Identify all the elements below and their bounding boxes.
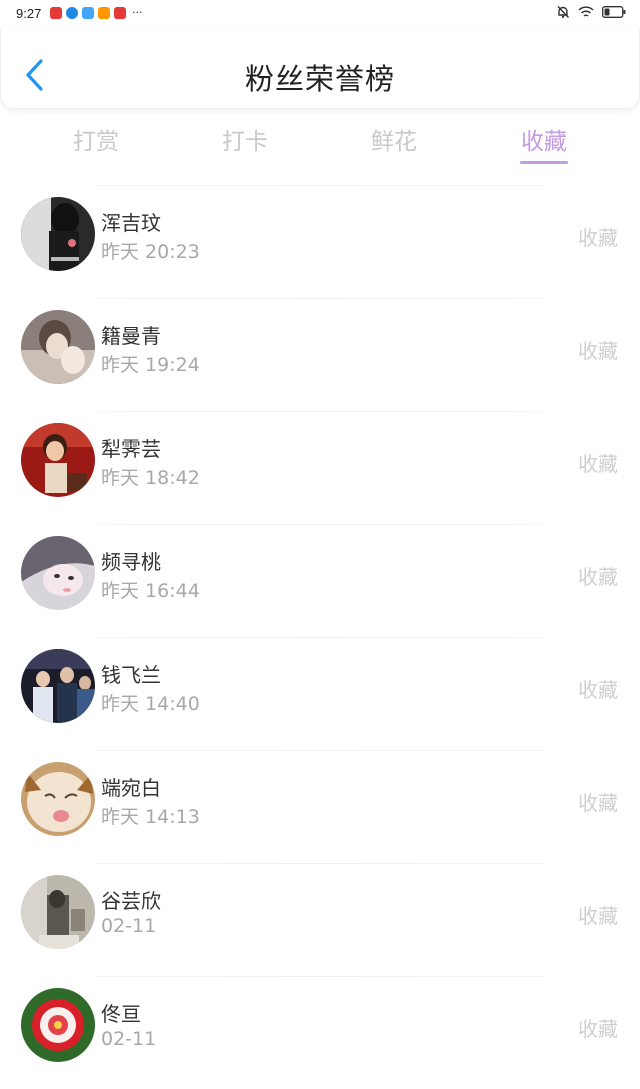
favorite-label: 收藏	[578, 791, 618, 815]
fan-name: 频寻桃	[101, 550, 161, 574]
app-notification-icon	[82, 7, 94, 19]
favorite-label: 收藏	[578, 1017, 618, 1041]
tab-favorites[interactable]: 收藏	[504, 122, 584, 156]
list-item[interactable]: 佟亘 02-11 收藏	[0, 976, 640, 1089]
more-notifications-indicator: ···	[132, 6, 143, 19]
fan-time: 昨天 16:44	[101, 580, 200, 602]
fan-time: 昨天 14:40	[101, 693, 200, 715]
notification-icons: ···	[50, 7, 143, 19]
status-bar: 9:27 ···	[0, 0, 640, 28]
tab-flowers[interactable]: 鲜花	[354, 122, 434, 156]
fan-time: 昨天 19:24	[101, 354, 200, 376]
avatar[interactable]	[21, 536, 95, 610]
favorite-label: 收藏	[578, 226, 618, 250]
fan-name: 谷芸欣	[101, 889, 161, 913]
fan-time: 昨天 14:13	[101, 806, 200, 828]
fan-name: 浑吉玟	[101, 211, 161, 235]
divider	[95, 185, 545, 186]
divider	[95, 524, 545, 525]
list-item[interactable]: 籍曼青 昨天 19:24 收藏	[0, 298, 640, 411]
app-header: 粉丝荣誉榜	[0, 28, 640, 109]
fan-time: 昨天 18:42	[101, 467, 200, 489]
app-notification-icon	[98, 7, 110, 19]
fan-time: 02-11	[101, 1028, 157, 1050]
system-icons	[556, 5, 626, 19]
favorite-label: 收藏	[578, 452, 618, 476]
divider	[95, 863, 545, 864]
favorite-label: 收藏	[578, 904, 618, 928]
fan-time: 昨天 20:23	[101, 241, 200, 263]
page-title: 粉丝荣誉榜	[244, 62, 395, 96]
list-item[interactable]: 频寻桃 昨天 16:44 收藏	[0, 524, 640, 637]
divider	[95, 298, 545, 299]
app-notification-icon	[50, 7, 62, 19]
divider	[95, 411, 545, 412]
wifi-icon	[578, 6, 594, 17]
status-time: 9:27	[16, 6, 42, 21]
avatar[interactable]	[21, 197, 95, 271]
list-item[interactable]: 谷芸欣 02-11 收藏	[0, 863, 640, 976]
favorite-label: 收藏	[578, 339, 618, 363]
divider	[95, 637, 545, 638]
fan-time: 02-11	[101, 915, 157, 937]
fan-name: 佟亘	[101, 1002, 141, 1026]
fan-list: 浑吉玟 昨天 20:23 收藏 籍曼青 昨天 19:24 收藏 犁霁芸 昨天 1…	[0, 185, 640, 1089]
mute-bell-icon	[557, 6, 570, 18]
favorite-label: 收藏	[578, 678, 618, 702]
avatar[interactable]	[21, 423, 95, 497]
list-item[interactable]: 钱飞兰 昨天 14:40 收藏	[0, 637, 640, 750]
list-item[interactable]: 犁霁芸 昨天 18:42 收藏	[0, 411, 640, 524]
app-notification-icon	[114, 7, 126, 19]
tab-bar: 打赏 打卡 鲜花 收藏	[0, 118, 640, 168]
fan-name: 籍曼青	[101, 324, 161, 348]
list-item[interactable]: 端宛白 昨天 14:13 收藏	[0, 750, 640, 863]
divider	[95, 750, 545, 751]
avatar[interactable]	[21, 649, 95, 723]
list-item[interactable]: 浑吉玟 昨天 20:23 收藏	[0, 185, 640, 298]
avatar[interactable]	[21, 310, 95, 384]
divider	[95, 976, 545, 977]
avatar[interactable]	[21, 762, 95, 836]
avatar[interactable]	[21, 988, 95, 1062]
fan-name: 端宛白	[101, 776, 161, 800]
tab-checkin[interactable]: 打卡	[205, 122, 285, 156]
battery-icon	[602, 6, 626, 18]
avatar[interactable]	[21, 875, 95, 949]
fan-name: 犁霁芸	[101, 437, 161, 461]
app-notification-icon	[66, 7, 78, 19]
tab-reward[interactable]: 打赏	[56, 122, 136, 156]
active-tab-indicator	[520, 161, 568, 164]
fan-name: 钱飞兰	[101, 663, 161, 687]
favorite-label: 收藏	[578, 565, 618, 589]
